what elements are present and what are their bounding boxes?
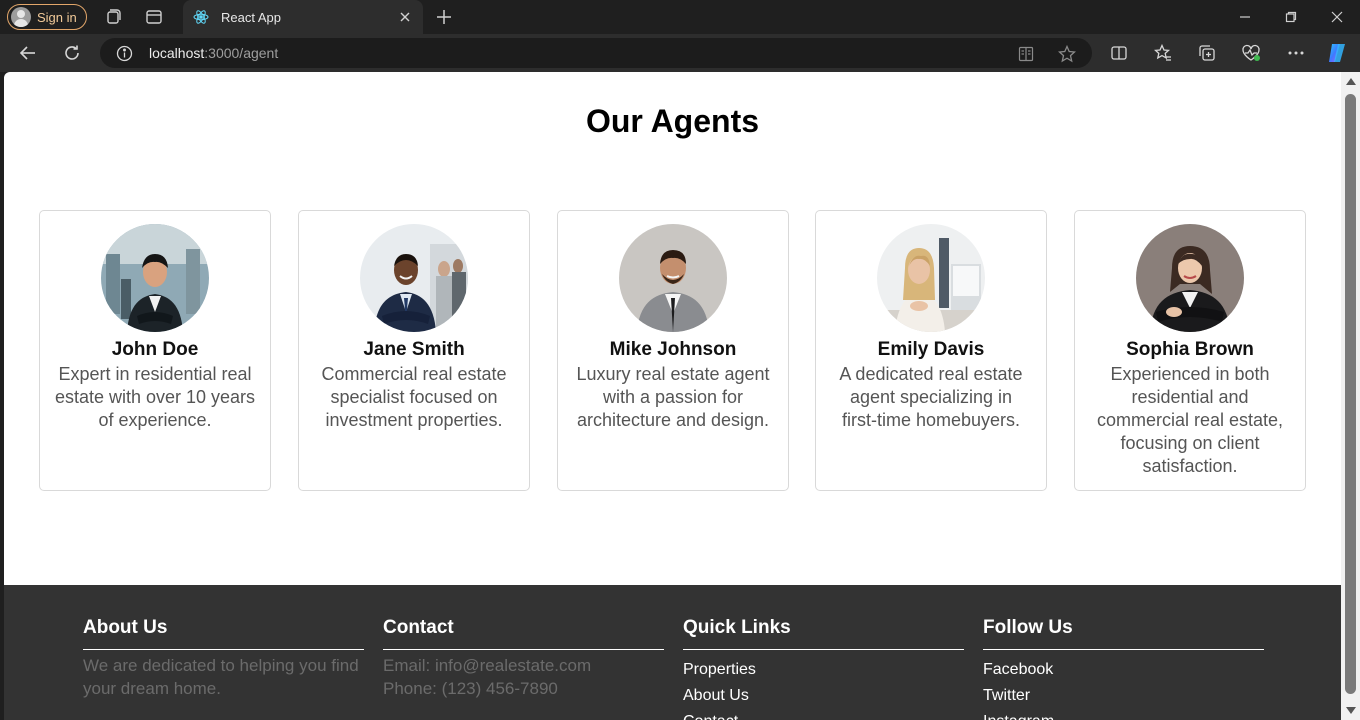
more-options-icon[interactable] xyxy=(1285,42,1307,64)
tab-react-app[interactable]: React App xyxy=(183,0,423,34)
footer-contact-title: Contact xyxy=(383,617,664,650)
agent-card: John Doe Expert in residential real esta… xyxy=(39,210,271,491)
browser-titlebar: Sign in React App xyxy=(0,0,1360,34)
agent-name: John Doe xyxy=(111,339,199,360)
footer-link-about-us[interactable]: About Us xyxy=(683,683,964,709)
split-screen-icon[interactable] xyxy=(1108,42,1130,64)
agent-card: Sophia Brown Experienced in both residen… xyxy=(1074,210,1306,491)
site-info-icon[interactable] xyxy=(116,45,133,62)
workspaces-icon[interactable] xyxy=(103,7,123,27)
page-viewport: Our Agents John Doe Expert in residentia… xyxy=(4,72,1341,720)
close-tab-icon[interactable] xyxy=(395,7,415,27)
profile-avatar-icon xyxy=(11,7,31,27)
url-host: localhost xyxy=(149,45,205,61)
agent-name: Sophia Brown xyxy=(1126,339,1254,360)
close-window-icon[interactable] xyxy=(1314,0,1360,34)
copilot-icon[interactable] xyxy=(1326,42,1348,64)
footer-about-text: We are dedicated to helping you find you… xyxy=(83,656,359,698)
footer-link-properties[interactable]: Properties xyxy=(683,657,964,683)
agent-description: Commercial real estate specialist focuse… xyxy=(321,364,507,430)
footer-quick-links: Quick Links Properties About Us Contact xyxy=(683,617,964,720)
browser-toolbar: localhost:3000/agent xyxy=(0,34,1360,72)
browser-essentials-icon[interactable] xyxy=(1240,42,1262,64)
tab-actions-icon[interactable] xyxy=(144,7,164,27)
tab-title: React App xyxy=(221,9,281,25)
address-bar[interactable]: localhost:3000/agent xyxy=(100,38,1092,68)
agent-photo xyxy=(101,224,209,332)
url-path: :3000/agent xyxy=(204,45,279,61)
footer-follow-us-title: Follow Us xyxy=(983,617,1264,650)
footer-link-facebook[interactable]: Facebook xyxy=(983,657,1264,683)
immersive-reader-icon[interactable] xyxy=(1016,44,1036,64)
agent-description: A dedicated real estate agent specializi… xyxy=(839,364,1023,430)
footer-contact-phone: Phone: (123) 456-7890 xyxy=(383,679,558,698)
page-title: Our Agents xyxy=(585,103,760,139)
agent-card: Mike Johnson Luxury real estate agent wi… xyxy=(557,210,789,491)
new-tab-icon[interactable] xyxy=(434,7,454,27)
footer-link-twitter[interactable]: Twitter xyxy=(983,683,1264,709)
collections-icon[interactable] xyxy=(1196,42,1218,64)
agent-card: Emily Davis A dedicated real estate agen… xyxy=(815,210,1047,491)
favorite-star-icon[interactable] xyxy=(1057,44,1077,64)
scroll-up-arrow-icon[interactable] xyxy=(1346,78,1356,85)
agent-name: Mike Johnson xyxy=(609,339,737,360)
agent-photo xyxy=(619,224,727,332)
favorites-icon[interactable] xyxy=(1152,42,1174,64)
scrollbar-thumb[interactable] xyxy=(1345,94,1356,694)
agent-card: Jane Smith Commercial real estate specia… xyxy=(298,210,530,491)
footer-contact-email: Email: info@realestate.com xyxy=(383,656,592,675)
react-logo-icon xyxy=(193,10,209,24)
agent-photo xyxy=(877,224,985,332)
sign-in-button[interactable]: Sign in xyxy=(7,4,87,30)
agent-description: Luxury real estate agent with a passion … xyxy=(576,364,770,430)
footer-about-title: About Us xyxy=(83,617,364,650)
sign-in-label: Sign in xyxy=(37,9,77,25)
restore-icon[interactable] xyxy=(1268,0,1314,34)
agent-description: Expert in residential real estate with o… xyxy=(54,364,256,430)
footer-link-contact[interactable]: Contact xyxy=(683,709,964,720)
agent-photo xyxy=(1136,224,1244,332)
footer-contact: Contact Email: info@realestate.com Phone:… xyxy=(383,617,664,700)
agent-photo xyxy=(360,224,468,332)
footer-follow-us: Follow Us Facebook Twitter Instagram xyxy=(983,617,1264,720)
footer-link-instagram[interactable]: Instagram xyxy=(983,709,1264,720)
page-scrollbar[interactable] xyxy=(1341,72,1360,720)
minimize-icon[interactable] xyxy=(1222,0,1268,34)
back-arrow-icon[interactable] xyxy=(16,41,40,65)
site-footer: About Us We are dedicated to helping you… xyxy=(4,585,1341,720)
footer-about: About Us We are dedicated to helping you… xyxy=(83,617,364,700)
agent-name: Jane Smith xyxy=(363,339,465,360)
footer-quick-links-title: Quick Links xyxy=(683,617,964,650)
footer-contact-details: Email: info@realestate.com Phone: (123) 4… xyxy=(383,654,664,700)
scroll-down-arrow-icon[interactable] xyxy=(1346,707,1356,714)
url-text[interactable]: localhost:3000/agent xyxy=(149,45,278,61)
agent-name: Emily Davis xyxy=(877,339,985,360)
refresh-icon[interactable] xyxy=(60,41,84,65)
agent-description: Experienced in both residential and comm… xyxy=(1096,364,1284,476)
